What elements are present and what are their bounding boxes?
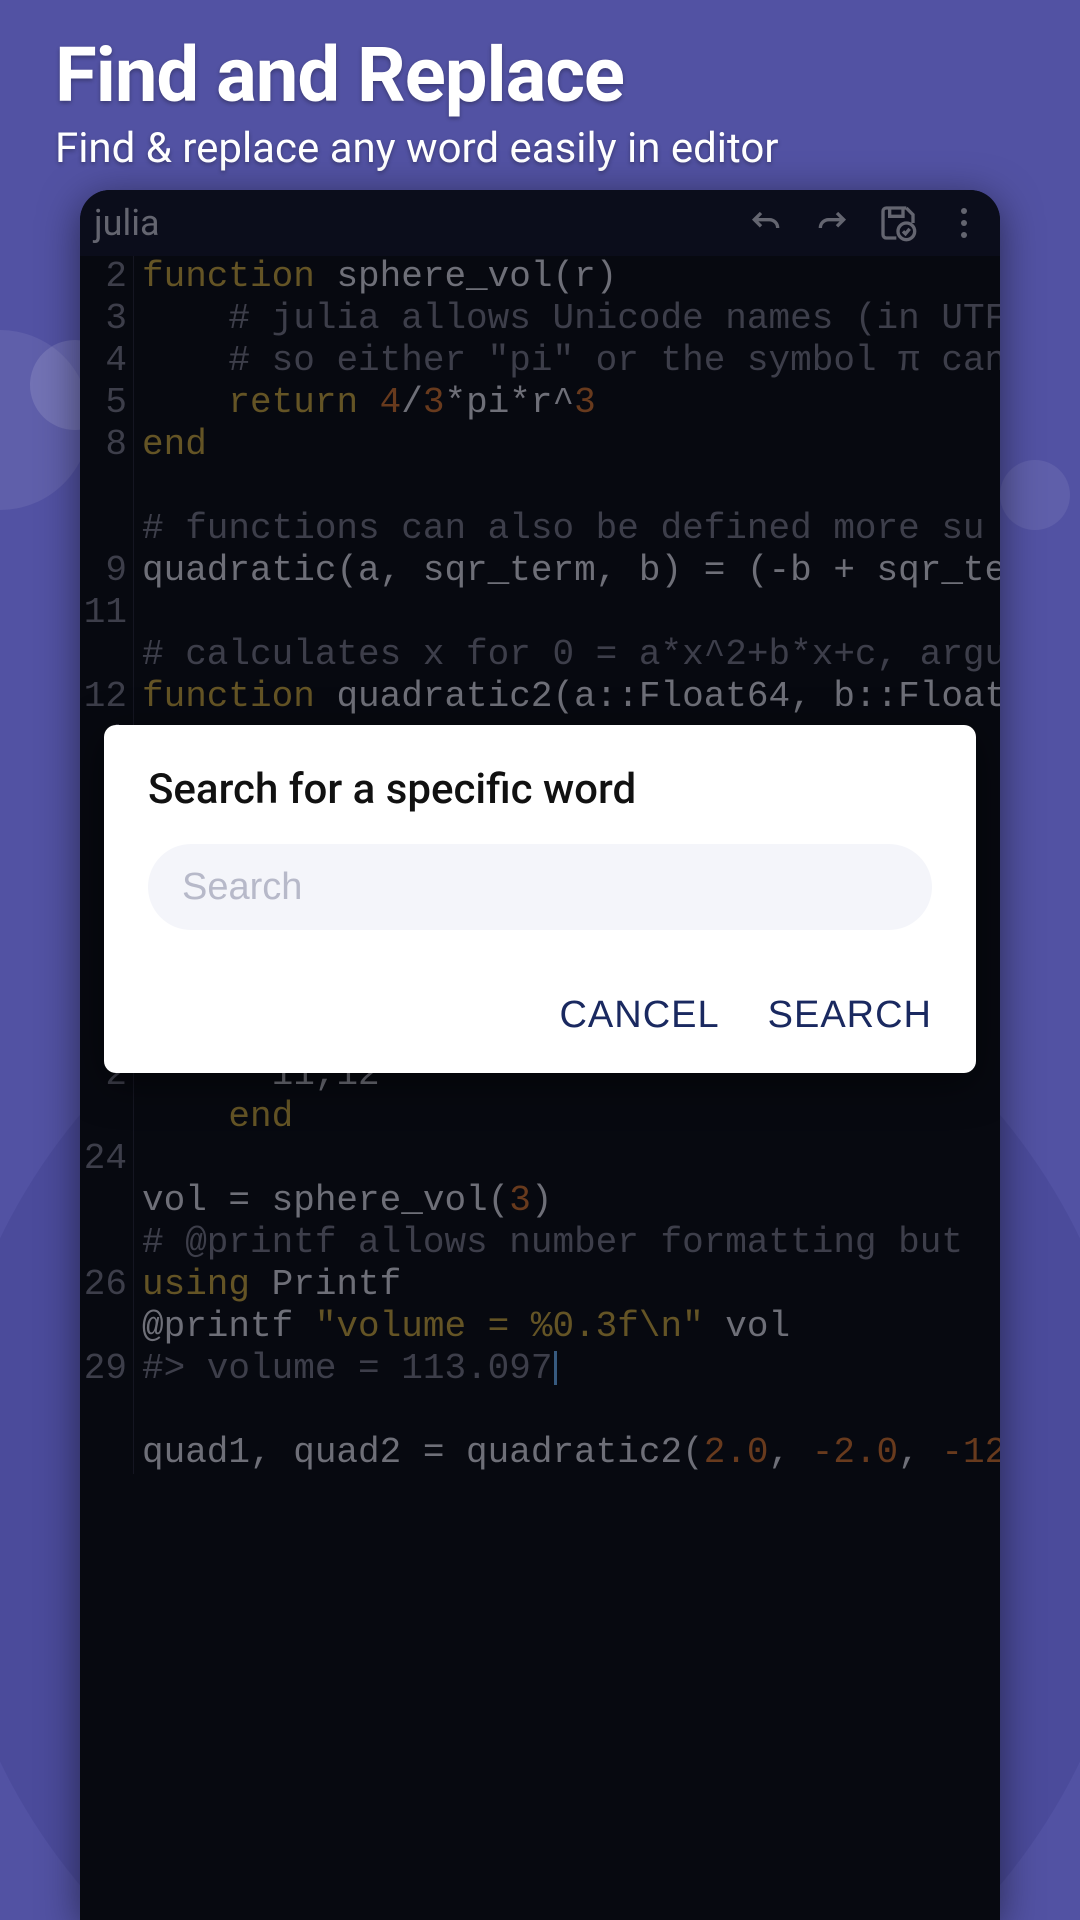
dialog-title: Search for a specific word: [148, 765, 932, 814]
phone-frame: julia 2345891112111111112242629 function…: [80, 190, 1000, 1920]
hero-title: Find and Replace: [55, 30, 779, 120]
search-input[interactable]: [148, 844, 932, 930]
hero-section: Find and Replace Find & replace any word…: [55, 30, 779, 173]
search-button[interactable]: SEARCH: [768, 994, 932, 1037]
cancel-button[interactable]: CANCEL: [559, 994, 719, 1037]
search-dialog: Search for a specific word CANCEL SEARCH: [104, 725, 976, 1073]
hero-subtitle: Find & replace any word easily in editor: [55, 124, 779, 173]
bg-circle-3: [1000, 460, 1070, 530]
dialog-button-row: CANCEL SEARCH: [148, 994, 932, 1037]
